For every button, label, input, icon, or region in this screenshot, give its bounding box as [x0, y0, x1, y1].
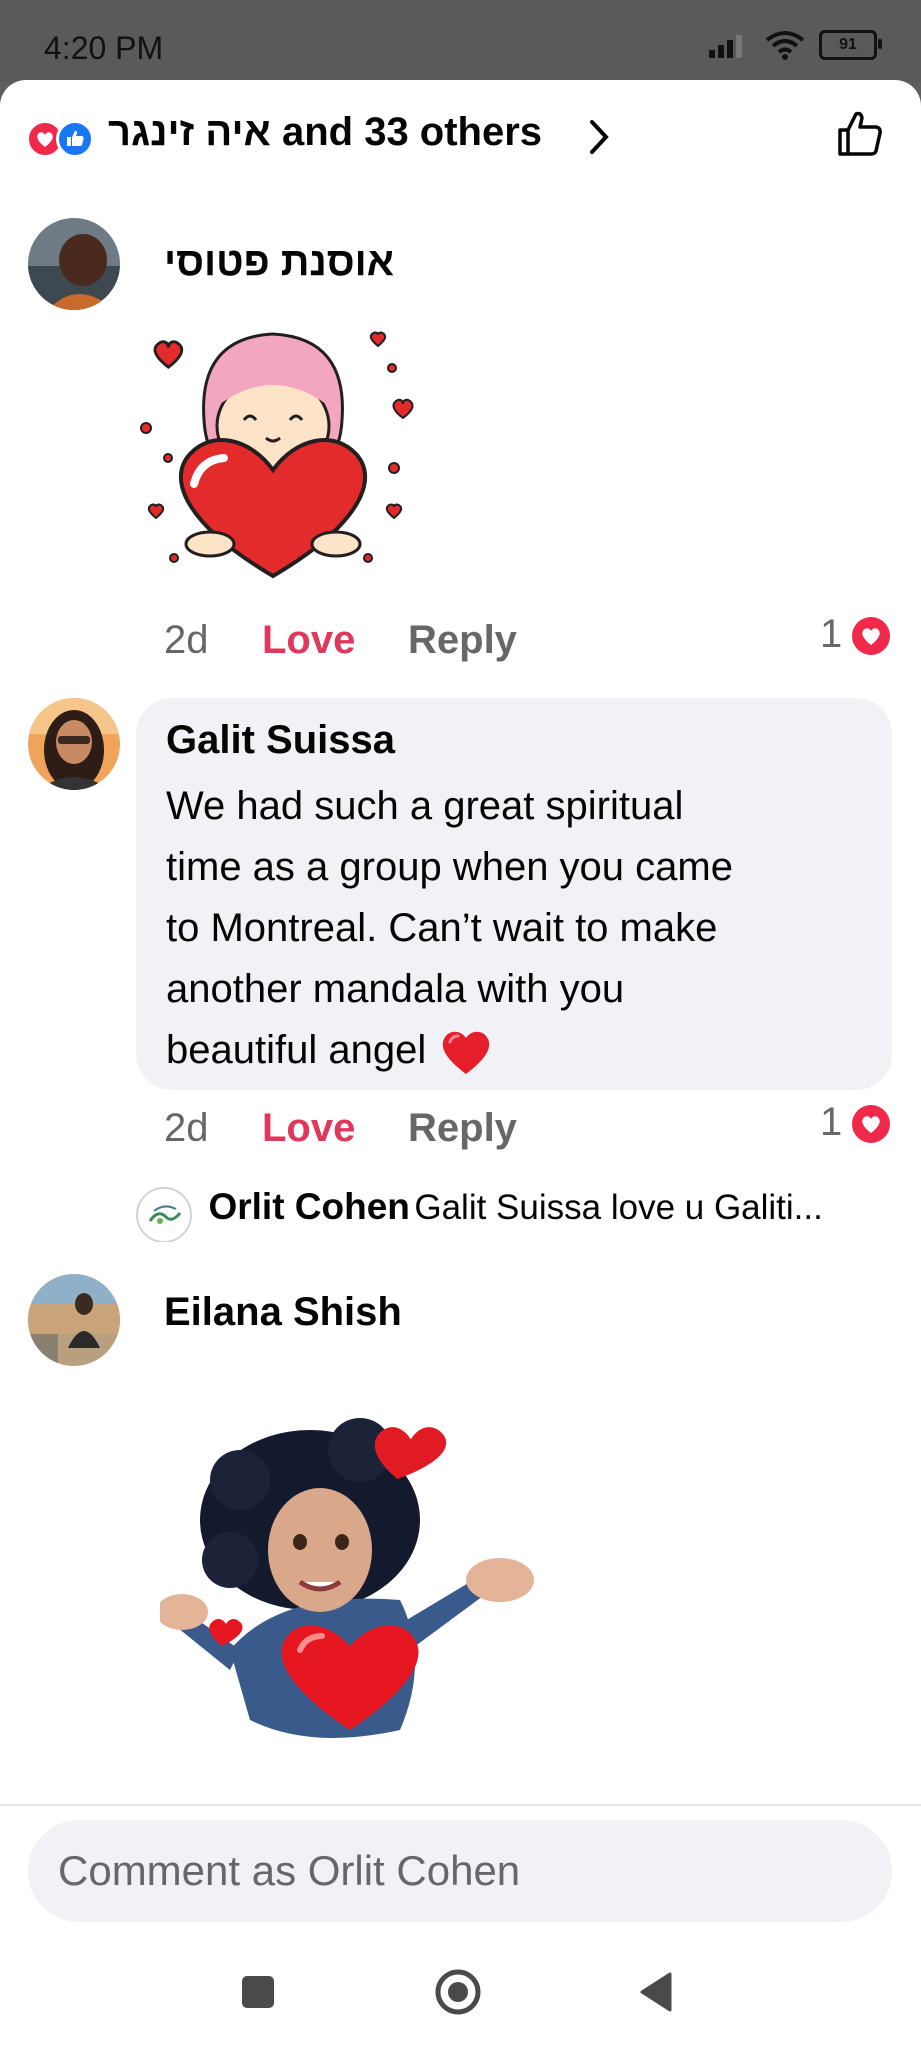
comment-author[interactable]: אוסנת פטוסי: [164, 240, 394, 285]
avatar[interactable]: [28, 1274, 120, 1366]
reply-text: Galit Suissa love u Galiti...: [414, 1188, 823, 1227]
comment-input[interactable]: Comment as Orlit Cohen: [28, 1820, 892, 1922]
love-reaction-icon: [852, 1105, 890, 1143]
reply-button[interactable]: Reply: [408, 618, 517, 663]
status-time: 4:20 PM: [44, 30, 164, 66]
reaction-others: and 33 others: [281, 110, 543, 154]
home-button-icon[interactable]: [434, 1968, 482, 2016]
reactions-summary-row[interactable]: איה זינגר and 33 others: [26, 108, 896, 168]
avatar[interactable]: [136, 1186, 192, 1242]
comment-line: another mandala with you: [166, 967, 625, 1011]
comment-line-last: beautiful angel: [166, 1020, 866, 1081]
comments-sheet: איה זינגר and 33 others אוסנת פטוסי 2d L…: [0, 80, 921, 1936]
comment-actions: 2d Love Reply: [164, 618, 564, 668]
reaction-summary-text: איה זינגר and 33 others: [108, 110, 542, 155]
signal-icon: [709, 35, 742, 58]
love-reaction-icon: [852, 617, 890, 655]
reply-preview[interactable]: Orlit Cohen Galit Suissa love u Galiti..…: [136, 1186, 896, 1242]
comment-input-placeholder: Comment as Orlit Cohen: [58, 1847, 521, 1894]
battery-icon: 91: [819, 30, 882, 60]
love-button[interactable]: Love: [262, 1106, 355, 1151]
like-button-icon[interactable]: [834, 108, 886, 160]
battery-level: 91: [839, 36, 857, 53]
comment-time: 2d: [164, 1106, 209, 1150]
reaction-count[interactable]: 1: [820, 612, 842, 657]
comment-bubble[interactable]: Galit Suissa We had such a great spiritu…: [136, 698, 892, 1090]
comment-line: to Montreal. Can’t wait to make: [166, 906, 718, 950]
back-button-icon[interactable]: [636, 1970, 676, 2014]
comment-author[interactable]: Eilana Shish: [164, 1290, 402, 1335]
avatar-hearts-sticker: [160, 1418, 534, 1738]
comment-time: 2d: [164, 618, 209, 662]
reply-author[interactable]: Orlit Cohen: [208, 1186, 409, 1227]
comment-line: time as a group when you came: [166, 845, 733, 889]
comment-text: We had such a great spiritual time as a …: [166, 776, 866, 1081]
recents-button-icon[interactable]: [238, 1972, 278, 2012]
comment-line: We had such a great spiritual: [166, 784, 684, 828]
red-heart-emoji-icon: [443, 1031, 490, 1074]
like-reaction-icon: [56, 120, 94, 158]
divider: [0, 1804, 921, 1806]
love-button[interactable]: Love: [262, 618, 355, 663]
heart-hug-sticker: [140, 331, 414, 579]
status-icons: 91: [707, 28, 882, 62]
system-nav-bar: [0, 1936, 921, 2048]
wifi-icon: [765, 31, 805, 60]
reaction-icons: [26, 120, 104, 158]
reaction-names: איה זינגר: [108, 110, 271, 154]
comment-actions: 2d Love Reply: [164, 1106, 564, 1156]
reply-button[interactable]: Reply: [408, 1106, 517, 1151]
reaction-count[interactable]: 1: [820, 1100, 842, 1145]
comment-author[interactable]: Galit Suissa: [166, 718, 395, 763]
status-bar: 4:20 PM 91: [0, 0, 921, 82]
comment-line: beautiful angel: [166, 1028, 427, 1072]
avatar[interactable]: [28, 698, 120, 790]
chevron-right-icon: [590, 120, 609, 154]
avatar[interactable]: [28, 218, 120, 310]
